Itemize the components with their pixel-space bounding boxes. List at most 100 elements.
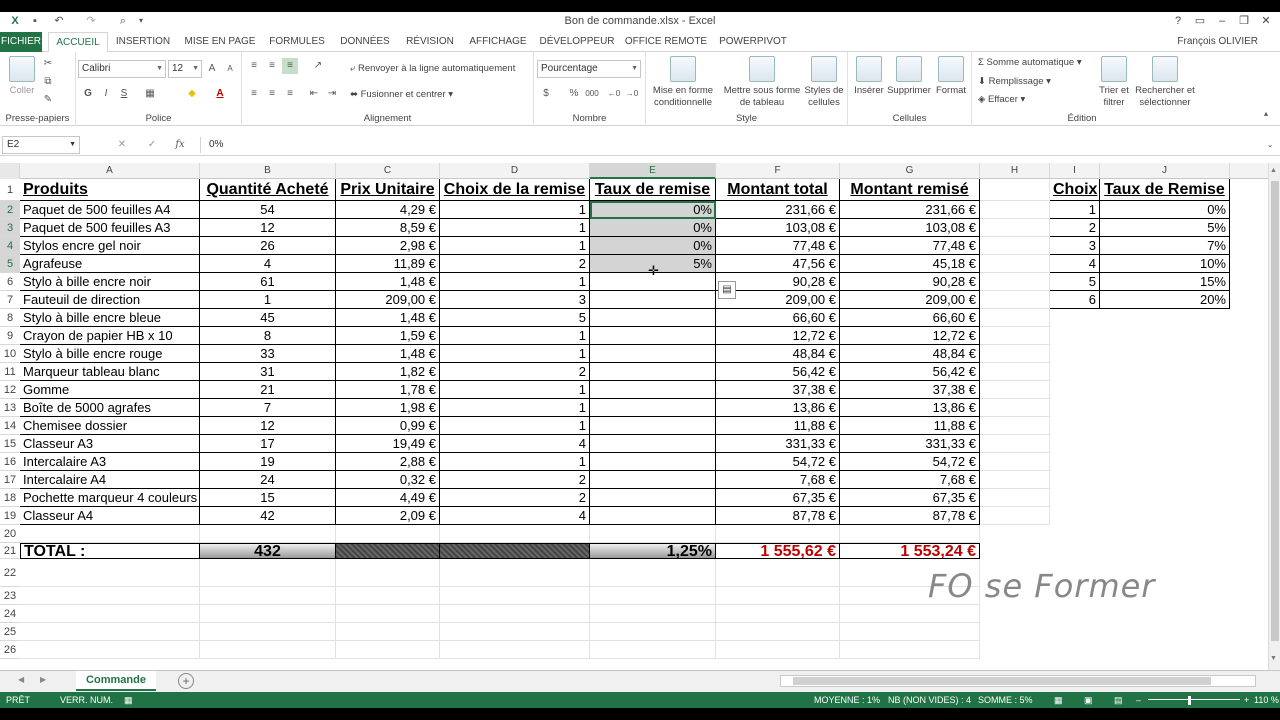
cell-e24[interactable]: [590, 605, 716, 623]
sheet-tab-commande[interactable]: Commande: [76, 671, 156, 691]
cell-g6[interactable]: 90,28 €: [840, 273, 980, 291]
customize-qat-icon[interactable]: ▾: [134, 14, 148, 28]
cell-f2[interactable]: 231,66 €: [716, 201, 840, 219]
page-layout-icon[interactable]: ▣: [1084, 692, 1093, 708]
cell-f10[interactable]: 48,84 €: [716, 345, 840, 363]
cell-f8[interactable]: 66,60 €: [716, 309, 840, 327]
tab-donnees[interactable]: DONNÉES: [336, 32, 394, 52]
scroll-down-icon[interactable]: ▼: [1270, 655, 1277, 662]
cell-c21[interactable]: [336, 543, 440, 559]
lookup-choice[interactable]: 1: [1050, 201, 1100, 219]
cell-a14[interactable]: Chemisee dossier: [20, 417, 200, 435]
cell-h10[interactable]: [980, 345, 1050, 363]
cell-f19[interactable]: 87,78 €: [716, 507, 840, 525]
cell-b23[interactable]: [200, 587, 336, 605]
lookup-choice[interactable]: 4: [1050, 255, 1100, 273]
ribbon-options-icon[interactable]: ▭: [1190, 13, 1210, 29]
font-size-combo[interactable]: 12 ▼: [168, 60, 202, 78]
cell-c26[interactable]: [336, 641, 440, 659]
cell-f16[interactable]: 54,72 €: [716, 453, 840, 471]
cell-b5[interactable]: 4: [200, 255, 336, 273]
cell-f4[interactable]: 77,48 €: [716, 237, 840, 255]
italic-button[interactable]: I: [98, 86, 114, 102]
cell-f13[interactable]: 13,86 €: [716, 399, 840, 417]
cell-a16[interactable]: Intercalaire A3: [20, 453, 200, 471]
row-header[interactable]: 23: [0, 587, 20, 605]
cell-f20[interactable]: [716, 525, 840, 543]
cell-d16[interactable]: 1: [440, 453, 590, 471]
cell-d24[interactable]: [440, 605, 590, 623]
column-header-h[interactable]: H: [980, 163, 1050, 179]
clear-button[interactable]: ◈ Effacer ▾: [978, 94, 1025, 105]
cell-g16[interactable]: 54,72 €: [840, 453, 980, 471]
cell-d9[interactable]: 1: [440, 327, 590, 345]
conditional-format-button[interactable]: Mise en forme conditionnelle: [650, 56, 716, 109]
prev-sheet-icon[interactable]: ◀: [18, 675, 24, 684]
cell-a22[interactable]: [20, 559, 200, 587]
cell-c17[interactable]: 0,32 €: [336, 471, 440, 489]
cell-e4[interactable]: 0%: [590, 237, 716, 255]
cell-e16[interactable]: [590, 453, 716, 471]
cell-g13[interactable]: 13,86 €: [840, 399, 980, 417]
restore-icon[interactable]: ❐: [1234, 13, 1254, 29]
cell-a3[interactable]: Paquet de 500 feuilles A3: [20, 219, 200, 237]
cell-h15[interactable]: [980, 435, 1050, 453]
row-header[interactable]: 2: [0, 201, 20, 219]
column-header-j[interactable]: J: [1100, 163, 1230, 179]
cell-f26[interactable]: [716, 641, 840, 659]
cell-g11[interactable]: 56,42 €: [840, 363, 980, 381]
cell-b22[interactable]: [200, 559, 336, 587]
grow-font-icon[interactable]: A: [204, 61, 220, 77]
cell-h11[interactable]: [980, 363, 1050, 381]
cell-g15[interactable]: 331,33 €: [840, 435, 980, 453]
next-sheet-icon[interactable]: ▶: [40, 675, 46, 684]
cell-c22[interactable]: [336, 559, 440, 587]
cell-f15[interactable]: 331,33 €: [716, 435, 840, 453]
zoom-slider-thumb[interactable]: [1188, 696, 1191, 705]
header-g[interactable]: Montant remisé: [840, 179, 980, 201]
total-rate[interactable]: 1,25%: [590, 543, 716, 559]
align-center-icon[interactable]: ≡: [264, 86, 280, 102]
cell-g7[interactable]: 209,00 €: [840, 291, 980, 309]
cell-f22[interactable]: [716, 559, 840, 587]
number-format-combo[interactable]: Pourcentage ▼: [537, 60, 641, 78]
cell-b12[interactable]: 21: [200, 381, 336, 399]
cell-b15[interactable]: 17: [200, 435, 336, 453]
cell-b18[interactable]: 15: [200, 489, 336, 507]
cell-c24[interactable]: [336, 605, 440, 623]
cell-e17[interactable]: [590, 471, 716, 489]
cell-c23[interactable]: [336, 587, 440, 605]
cell-d10[interactable]: 1: [440, 345, 590, 363]
orientation-icon[interactable]: ↗: [310, 58, 326, 74]
row-header[interactable]: 8: [0, 309, 20, 327]
cell-g19[interactable]: 87,78 €: [840, 507, 980, 525]
cell-h1[interactable]: [980, 179, 1050, 201]
cell-b13[interactable]: 7: [200, 399, 336, 417]
cell-e13[interactable]: [590, 399, 716, 417]
cell-d14[interactable]: 1: [440, 417, 590, 435]
align-right-icon[interactable]: ≡: [282, 86, 298, 102]
header-c[interactable]: Prix Unitaire: [336, 179, 440, 201]
cell-b26[interactable]: [200, 641, 336, 659]
insert-function-button[interactable]: fx: [172, 137, 188, 153]
cell-g18[interactable]: 67,35 €: [840, 489, 980, 507]
cell-g25[interactable]: [840, 623, 980, 641]
row-header[interactable]: 22: [0, 559, 20, 587]
print-preview-icon[interactable]: ⌕: [116, 14, 130, 28]
cell-e26[interactable]: [590, 641, 716, 659]
cell-c15[interactable]: 19,49 €: [336, 435, 440, 453]
cell-d25[interactable]: [440, 623, 590, 641]
align-left-icon[interactable]: ≡: [246, 86, 262, 102]
cell-d5[interactable]: 2: [440, 255, 590, 273]
row-header[interactable]: 19: [0, 507, 20, 525]
enter-icon[interactable]: ✓: [144, 137, 160, 153]
user-name[interactable]: François OLIVIER: [1177, 36, 1258, 47]
row-header[interactable]: 25: [0, 623, 20, 641]
cell-h8[interactable]: [980, 309, 1050, 327]
cell-a26[interactable]: [20, 641, 200, 659]
cell-h9[interactable]: [980, 327, 1050, 345]
cell-b2[interactable]: 54: [200, 201, 336, 219]
copy-icon[interactable]: ⧉: [40, 74, 56, 90]
column-header-f[interactable]: F: [716, 163, 840, 179]
row-header[interactable]: 4: [0, 237, 20, 255]
